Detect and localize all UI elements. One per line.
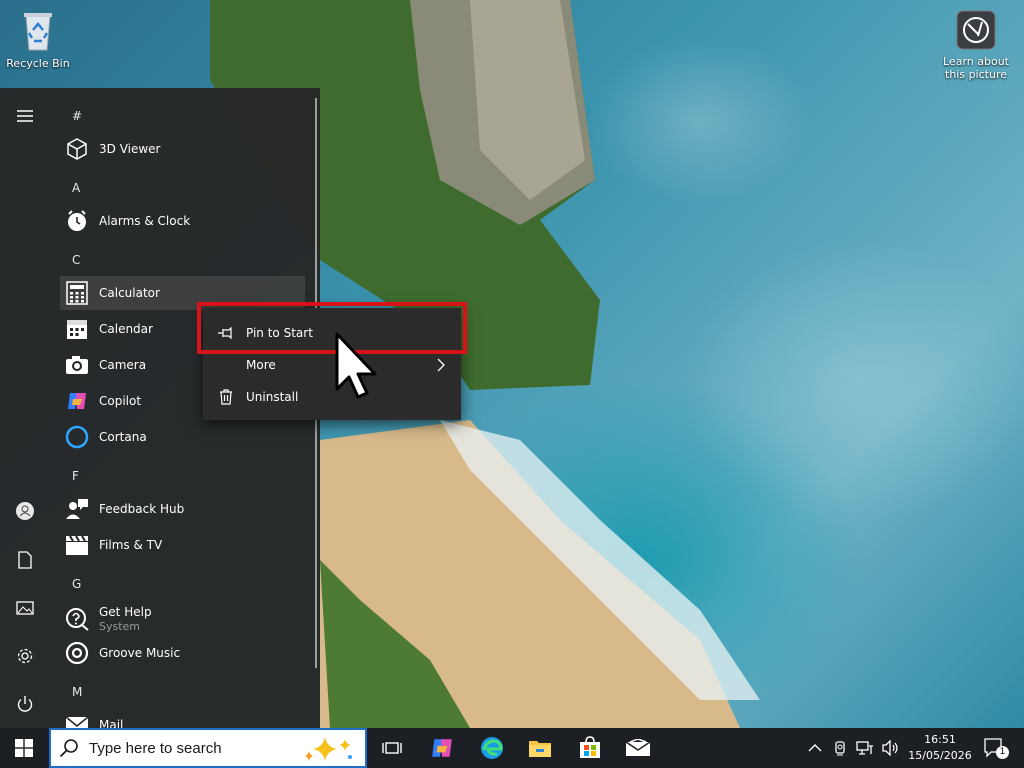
taskbar-search-box[interactable]: Type here to search (49, 728, 367, 768)
cube-icon (64, 136, 90, 162)
taskbar: Type here to search 16:51 15/05/2026 1 (0, 728, 1024, 768)
get-help-label: Get Help (99, 605, 152, 619)
taskbar-edge-button[interactable] (476, 732, 508, 764)
taskbar-store-button[interactable] (574, 732, 606, 764)
expand-menu-button[interactable] (10, 101, 40, 131)
task-view-icon (382, 742, 402, 754)
search-placeholder: Type here to search (89, 739, 222, 757)
group-header-g[interactable]: G (72, 577, 81, 591)
app-alarms-clock[interactable]: Alarms & Clock (60, 204, 304, 238)
volume-icon[interactable] (882, 740, 900, 756)
meet-now-icon[interactable] (832, 740, 848, 756)
search-icon (59, 739, 78, 758)
clapperboard-icon (64, 532, 90, 558)
group-header-f[interactable]: F (72, 469, 79, 483)
app-feedback-hub[interactable]: Feedback Hub (60, 492, 304, 526)
taskbar-copilot-button[interactable] (426, 732, 458, 764)
store-icon (580, 736, 600, 758)
camera-lens-icon (936, 10, 1016, 53)
pictures-icon (16, 601, 34, 615)
app-films-tv[interactable]: Films & TV (60, 528, 304, 562)
group-header-hash[interactable]: # (72, 109, 82, 123)
pin-to-start-highlight (197, 302, 467, 354)
recycle-bin-label: Recycle Bin (6, 57, 70, 70)
recycle-bin-icon (0, 8, 76, 55)
taskbar-file-explorer-button[interactable] (524, 732, 556, 764)
mouse-cursor-icon (335, 332, 377, 399)
gear-icon (17, 648, 33, 664)
notification-center-button[interactable]: 1 (980, 734, 1009, 762)
mail-icon (625, 739, 651, 756)
recycle-bin-shortcut[interactable]: Recycle Bin (0, 8, 76, 70)
documents-button[interactable] (10, 545, 40, 575)
document-icon (18, 551, 32, 569)
trash-icon (217, 389, 235, 405)
copilot-icon (64, 388, 90, 414)
hamburger-icon (17, 110, 33, 122)
clock-date: 15/05/2026 (908, 749, 972, 762)
calculator-icon (64, 280, 90, 306)
app-get-help[interactable]: Get Help System (60, 600, 304, 638)
learn-picture-label: Learn about this picture (943, 55, 1009, 81)
mail-icon (64, 712, 90, 728)
clock-icon (64, 208, 90, 234)
copilot-icon (432, 739, 452, 757)
chevron-right-icon (437, 358, 445, 372)
power-button[interactable] (10, 689, 40, 719)
user-icon (16, 502, 34, 520)
app-groove-music[interactable]: Groove Music (60, 636, 304, 670)
system-tray (808, 728, 900, 768)
taskbar-clock[interactable]: 16:51 15/05/2026 (900, 732, 980, 764)
group-header-a[interactable]: A (72, 181, 80, 195)
sparkle-icon (305, 737, 352, 761)
taskbar-mail-button[interactable] (622, 732, 654, 764)
settings-button[interactable] (10, 641, 40, 671)
help-icon (64, 606, 90, 632)
power-icon (17, 696, 33, 712)
group-header-m[interactable]: M (72, 685, 82, 699)
clock-time: 16:51 (924, 733, 956, 746)
notification-count-badge: 1 (996, 746, 1009, 759)
start-rail (0, 88, 50, 728)
pictures-button[interactable] (10, 593, 40, 623)
learn-about-picture-shortcut[interactable]: Learn about this picture (936, 10, 1016, 81)
windows-logo-icon (15, 739, 33, 757)
network-icon[interactable] (856, 740, 874, 756)
uninstall-menu-item[interactable]: Uninstall (203, 381, 461, 413)
task-view-button[interactable] (376, 732, 408, 764)
start-button[interactable] (0, 728, 48, 768)
edge-icon (481, 737, 503, 759)
music-icon (64, 640, 90, 666)
group-header-c[interactable]: C (72, 253, 80, 267)
app-mail[interactable]: Mail (60, 708, 304, 728)
camera-icon (64, 352, 90, 378)
file-explorer-icon (529, 741, 551, 757)
account-button[interactable] (10, 496, 40, 526)
get-help-sublabel: System (99, 620, 141, 633)
calendar-icon (64, 316, 90, 342)
app-cortana[interactable]: Cortana (60, 420, 304, 454)
app-3d-viewer[interactable]: 3D Viewer (60, 132, 304, 166)
feedback-icon (64, 496, 90, 522)
cortana-icon (64, 424, 90, 450)
chevron-up-icon[interactable] (808, 743, 822, 753)
